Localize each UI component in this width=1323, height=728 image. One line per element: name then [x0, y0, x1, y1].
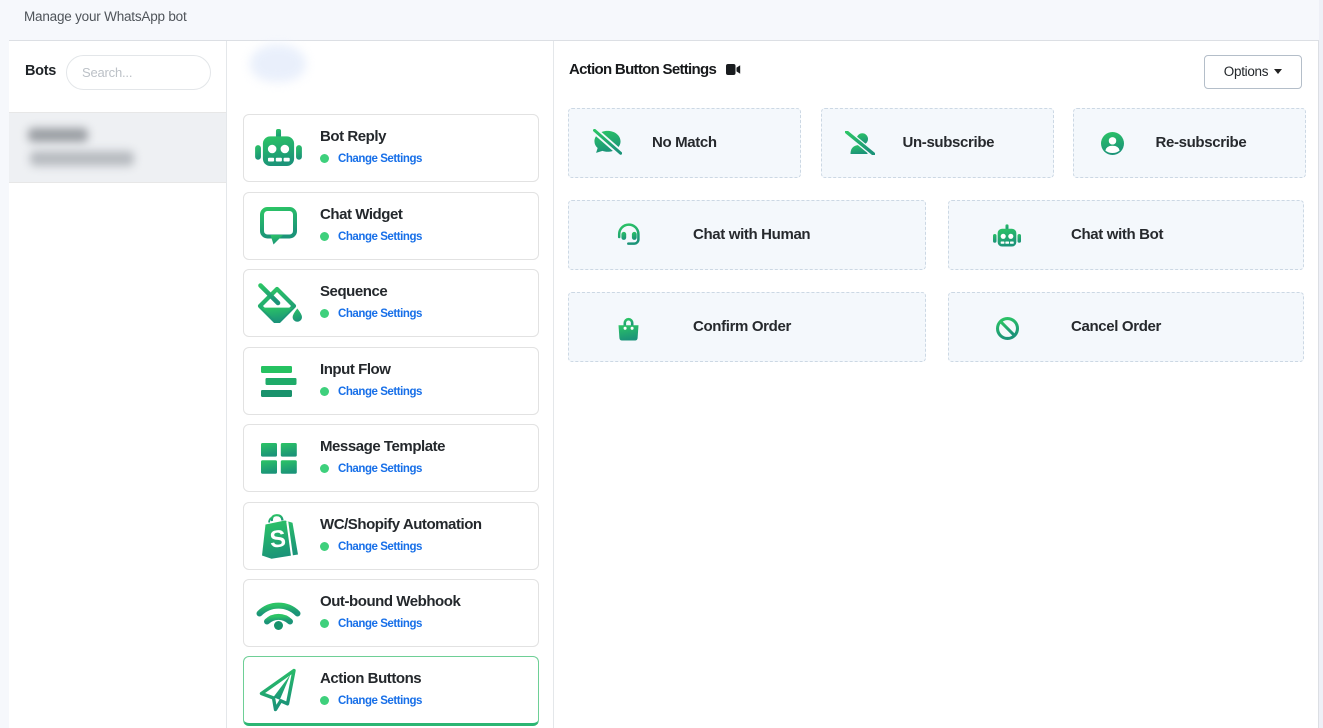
svg-text:S: S [268, 525, 286, 553]
